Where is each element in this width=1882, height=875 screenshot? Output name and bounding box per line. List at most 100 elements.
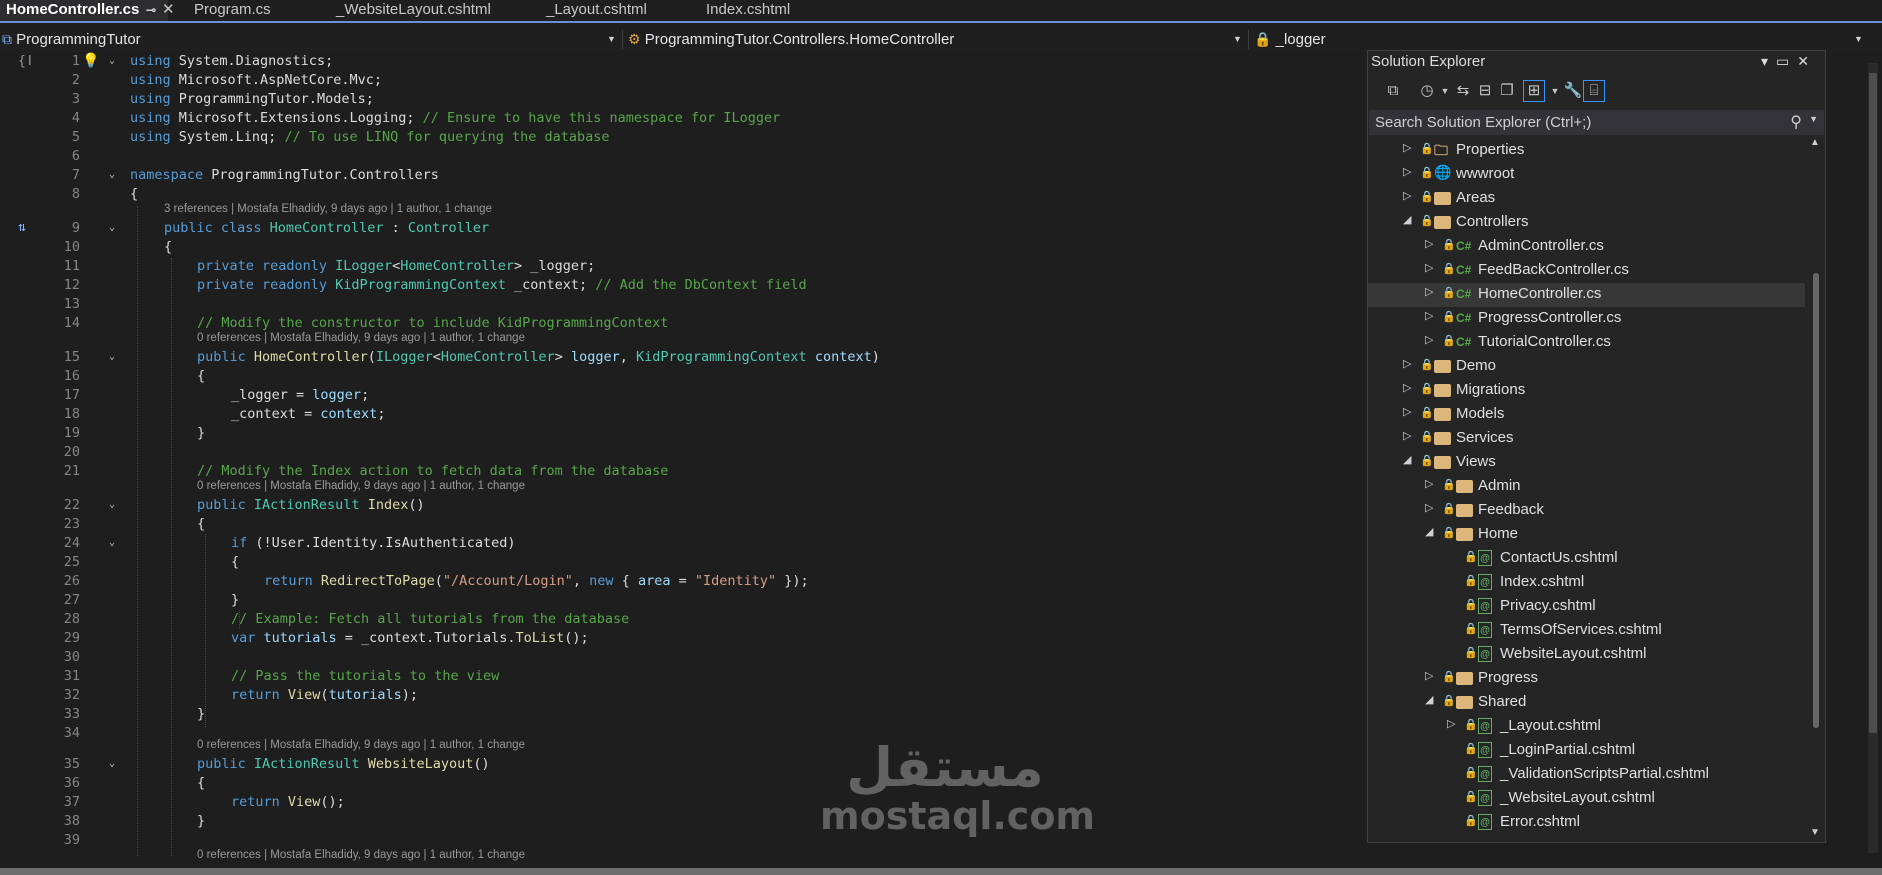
tree-node[interactable]: ▷ 🔒 C# ProgressController.cs	[1368, 307, 1805, 331]
preview-selected-icon[interactable]: ⌸	[1583, 80, 1605, 102]
collapsed-arrow-icon[interactable]: ▷	[1403, 189, 1411, 202]
expanded-arrow-icon[interactable]: ◢	[1403, 453, 1411, 466]
tree-node[interactable]: ▷ 🔒 Admin	[1368, 475, 1805, 499]
tree-node[interactable]: 🔒 @ _LoginPartial.cshtml	[1368, 739, 1805, 763]
properties-wrench-icon[interactable]: 🔧	[1562, 80, 1584, 102]
tree-node[interactable]: ▷ 🔒 Progress	[1368, 667, 1805, 691]
search-solution-explorer-input[interactable]: Search Solution Explorer (Ctrl+;) ⚲ ▼	[1369, 110, 1824, 135]
codelens-info[interactable]: 3 references | Mostafa Elhadidy, 9 days …	[164, 203, 492, 215]
switch-views-icon[interactable]: ⧉	[1382, 80, 1404, 102]
collapse-icon[interactable]: ⌄	[109, 537, 115, 548]
tree-node[interactable]: 🔒 @ TermsOfServices.cshtml	[1368, 619, 1805, 643]
collapsed-arrow-icon[interactable]: ▷	[1425, 309, 1433, 322]
collapsed-arrow-icon[interactable]: ▷	[1403, 405, 1411, 418]
folder-icon	[1456, 696, 1473, 709]
member-dropdown[interactable]: 🔒 _logger ▼	[1254, 27, 1864, 52]
folder-icon	[1434, 408, 1451, 421]
tree-node[interactable]: ◢ 🔒 Shared	[1368, 691, 1805, 715]
collapsed-arrow-icon[interactable]: ▷	[1403, 357, 1411, 370]
class-dropdown[interactable]: ⚙ ProgrammingTutor.Controllers.HomeContr…	[628, 27, 1243, 52]
keyword: private readonly	[197, 258, 336, 274]
codelens-info[interactable]: 0 references | Mostafa Elhadidy, 9 days …	[197, 332, 525, 344]
collapse-icon[interactable]: ⌄	[109, 55, 115, 66]
tab-homecontroller-cs[interactable]: HomeController.cs ⊸	[0, 0, 168, 21]
collapsed-arrow-icon[interactable]: ▷	[1403, 429, 1411, 442]
tree-node[interactable]: ▷ 🔒 Areas	[1368, 187, 1805, 211]
collapsed-arrow-icon[interactable]: ▷	[1425, 669, 1433, 682]
tab-layout-cshtml[interactable]: _Layout.cshtml	[540, 0, 690, 21]
collapse-icon[interactable]: ⌄	[109, 351, 115, 362]
tab-index-cshtml[interactable]: Index.cshtml	[700, 0, 840, 21]
tree-node[interactable]: ▷ 🔒 C# HomeController.cs	[1368, 283, 1805, 307]
razor-file-icon: @	[1478, 742, 1492, 758]
tree-node[interactable]: ▷ 🔒 Migrations	[1368, 379, 1805, 403]
tree-node[interactable]: ▷ 🔒 @ _Layout.cshtml	[1368, 715, 1805, 739]
collapsed-arrow-icon[interactable]: ▷	[1425, 501, 1433, 514]
tree-node[interactable]: ▷ 🔒 Demo	[1368, 355, 1805, 379]
lightbulb-icon[interactable]: 💡	[82, 53, 99, 69]
copy-icon[interactable]: ❐	[1496, 80, 1518, 102]
scroll-up-icon[interactable]: ▲	[1810, 137, 1820, 148]
tree-node-label: HomeController.cs	[1478, 285, 1602, 302]
maximize-icon[interactable]: ▭	[1776, 53, 1797, 69]
tree-node[interactable]: ▷ 🔒 Feedback	[1368, 499, 1805, 523]
scroll-down-icon[interactable]: ▼	[1810, 827, 1820, 838]
tree-node[interactable]: ▷ 🔒 Models	[1368, 403, 1805, 427]
chevron-down-icon[interactable]: ▼	[1809, 114, 1818, 124]
collapse-icon[interactable]: ⌄	[109, 222, 115, 233]
collapsed-arrow-icon[interactable]: ▷	[1403, 381, 1411, 394]
collapse-all-icon[interactable]: ⊟	[1474, 80, 1496, 102]
tab-program-cs[interactable]: Program.cs	[188, 0, 318, 21]
show-all-files-icon[interactable]: ⊞	[1523, 80, 1545, 102]
close-icon[interactable]: ✕	[1797, 53, 1817, 69]
search-icon[interactable]: ⚲	[1790, 112, 1802, 132]
code-text: ()	[408, 497, 425, 513]
razor-file-icon: @	[1478, 718, 1492, 734]
scrollbar-thumb[interactable]	[1813, 273, 1819, 728]
tree-node[interactable]: ◢ 🔒 Controllers	[1368, 211, 1805, 235]
tree-node[interactable]: ◢ 🔒 Home	[1368, 523, 1805, 547]
editor-scrollbar[interactable]	[1868, 63, 1878, 853]
collapsed-arrow-icon[interactable]: ▷	[1425, 477, 1433, 490]
tree-node[interactable]: ▷ 🔒 🌐 wwwroot	[1368, 163, 1805, 187]
tree-node[interactable]: 🔒 @ Privacy.cshtml	[1368, 595, 1805, 619]
tree-node[interactable]: 🔒 @ _WebsiteLayout.cshtml	[1368, 787, 1805, 811]
collapsed-arrow-icon[interactable]: ▷	[1403, 141, 1411, 154]
collapse-icon[interactable]: ⌄	[109, 499, 115, 510]
tree-node[interactable]: ▷ 🔒 C# AdminController.cs	[1368, 235, 1805, 259]
close-tab-icon[interactable]: ✕	[162, 0, 180, 21]
scrollbar-thumb[interactable]	[1869, 73, 1877, 733]
sync-icon[interactable]: ⇆	[1452, 80, 1474, 102]
collapsed-arrow-icon[interactable]: ▷	[1425, 237, 1433, 250]
tree-node[interactable]: 🔒 @ _ValidationScriptsPartial.cshtml	[1368, 763, 1805, 787]
collapsed-arrow-icon[interactable]: ▷	[1425, 285, 1433, 298]
dropdown-icon[interactable]: ▾	[1761, 53, 1776, 69]
collapsed-arrow-icon[interactable]: ▷	[1403, 165, 1411, 178]
codelens-info[interactable]: 0 references | Mostafa Elhadidy, 9 days …	[197, 849, 525, 861]
tree-node[interactable]: ◢ 🔒 Views	[1368, 451, 1805, 475]
tree-node[interactable]: 🔒 @ WebsiteLayout.cshtml	[1368, 643, 1805, 667]
tree-node[interactable]: ▷ 🔒 🗀 Properties	[1368, 139, 1805, 163]
pin-icon[interactable]: ⊸	[146, 0, 156, 20]
collapsed-arrow-icon[interactable]: ▷	[1425, 333, 1433, 346]
expanded-arrow-icon[interactable]: ◢	[1425, 525, 1433, 538]
tab-websitelayout-cshtml[interactable]: _WebsiteLayout.cshtml	[330, 0, 530, 21]
tree-node[interactable]: ▷ 🔒 C# TutorialController.cs	[1368, 331, 1805, 355]
tree-node[interactable]: ▷ 🔒 Services	[1368, 427, 1805, 451]
code-text: ();	[564, 630, 589, 646]
collapse-icon[interactable]: ⌄	[109, 758, 115, 769]
collapse-icon[interactable]: ⌄	[109, 169, 115, 180]
collapsed-arrow-icon[interactable]: ▷	[1425, 261, 1433, 274]
collapsed-arrow-icon[interactable]: ▷	[1447, 717, 1455, 730]
tree-node[interactable]: ▷ 🔒 C# FeedBackController.cs	[1368, 259, 1805, 283]
tree-scrollbar[interactable]: ▲ ▼	[1810, 137, 1822, 838]
tree-node[interactable]: 🔒 @ ContactUs.cshtml	[1368, 547, 1805, 571]
codelens-info[interactable]: 0 references | Mostafa Elhadidy, 9 days …	[197, 480, 525, 492]
project-dropdown[interactable]: ⧉ ProgrammingTutor ▼	[2, 27, 617, 52]
tree-node[interactable]: 🔒 @ Error.cshtml	[1368, 811, 1805, 835]
codelens-info[interactable]: 0 references | Mostafa Elhadidy, 9 days …	[197, 739, 525, 751]
method-name: View	[287, 794, 321, 810]
expanded-arrow-icon[interactable]: ◢	[1425, 693, 1433, 706]
tree-node[interactable]: 🔒 @ Index.cshtml	[1368, 571, 1805, 595]
expanded-arrow-icon[interactable]: ◢	[1403, 213, 1411, 226]
